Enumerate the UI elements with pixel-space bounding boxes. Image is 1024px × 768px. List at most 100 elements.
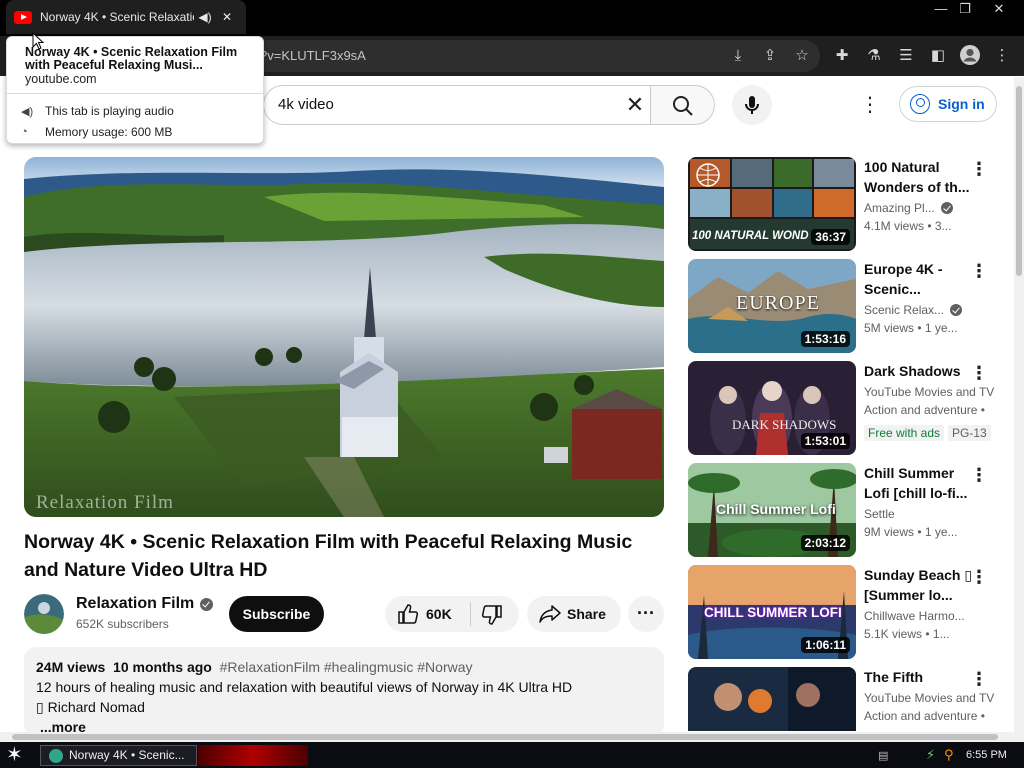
share-button[interactable]: Share bbox=[527, 596, 621, 632]
vertical-scroll-thumb[interactable] bbox=[1016, 86, 1022, 276]
video-duration: 1:53:16 bbox=[800, 331, 850, 347]
settings-kebab-icon[interactable]: ⋮ bbox=[858, 90, 882, 120]
sign-in-button[interactable]: Sign in bbox=[899, 86, 997, 122]
recommendation-thumbnail[interactable]: Chill Summer Lofi 2:03:12 bbox=[688, 463, 856, 557]
window-close-icon[interactable]: ✕ bbox=[984, 0, 1014, 18]
channel-avatar[interactable] bbox=[24, 594, 64, 634]
youtube-favicon-icon bbox=[14, 10, 32, 24]
recommendation-title[interactable]: Chill Summer Lofi [chill lo-fi... bbox=[864, 463, 974, 503]
taskbar-window-item[interactable]: Norway 4K • Scenic... bbox=[40, 745, 197, 766]
recommendation-thumbnail[interactable]: EUROPE 1:53:16 bbox=[688, 259, 856, 353]
thumbs-down-icon bbox=[481, 605, 502, 625]
recommendation-title[interactable]: 100 Natural Wonders of th... bbox=[864, 157, 974, 197]
subscribe-button[interactable]: Subscribe bbox=[229, 596, 324, 632]
verified-badge-icon bbox=[950, 304, 963, 316]
search-query-text: 4k video bbox=[278, 96, 334, 113]
tab-audio-icon[interactable]: ◀) bbox=[194, 10, 216, 24]
thumbnail-overlay-text: Chill Summer Lofi bbox=[716, 501, 836, 517]
recommendation-channel-text: Chillwave Harmo... bbox=[864, 609, 965, 623]
recommendation-title[interactable]: The Fifth Element bbox=[864, 667, 974, 687]
tab-hover-card: Norway 4K • Scenic Relaxation Film with … bbox=[6, 36, 264, 144]
side-panel-icon[interactable]: ◧ bbox=[926, 44, 950, 68]
recommendation-card[interactable]: 100 NATURAL WOND 36:37 100 Natural Wonde… bbox=[688, 157, 1008, 251]
recommendation-card[interactable]: The Fifth Element ⋮ YouTube Movies and T… bbox=[688, 667, 1008, 731]
thumbnail-overlay-text: DARK SHADOWS bbox=[732, 417, 837, 432]
install-app-icon[interactable]: ⤓ bbox=[726, 44, 750, 68]
search-tray-icon[interactable]: ⚲ bbox=[944, 747, 954, 763]
recommendation-stats: 9M views • 1 ye... bbox=[864, 525, 958, 539]
recommendation-menu-icon[interactable]: ⋮ bbox=[970, 465, 988, 485]
video-duration: 1:53:01 bbox=[800, 433, 850, 449]
recommendation-title[interactable]: Sunday Beach ▯ [Summer lo... bbox=[864, 565, 974, 605]
media-queue-icon[interactable]: ☰ bbox=[894, 44, 918, 68]
restore-icon[interactable]: ❐ bbox=[950, 0, 980, 18]
recommendation-card[interactable]: CHILL SUMMER LOFI 1:06:11 Sunday Beach ▯… bbox=[688, 565, 1008, 659]
recommendation-card[interactable]: EUROPE 1:53:16 Europe 4K - Scenic... ⋮ S… bbox=[688, 259, 1008, 353]
bookmark-star-icon[interactable]: ☆ bbox=[790, 44, 814, 68]
recommendation-menu-icon[interactable]: ⋮ bbox=[970, 159, 988, 179]
channel-name-text: Relaxation Film bbox=[76, 595, 195, 612]
hover-card-audio-text: This tab is playing audio bbox=[45, 104, 174, 118]
recommendation-menu-icon[interactable]: ⋮ bbox=[970, 363, 988, 383]
clear-search-icon[interactable]: ✕ bbox=[622, 93, 648, 117]
recommendation-channel[interactable]: YouTube Movies and TV bbox=[864, 385, 994, 399]
video-duration: 1:06:11 bbox=[801, 637, 850, 653]
hover-card-audio-row: ◀) This tab is playing audio bbox=[21, 104, 174, 118]
recommendation-title[interactable]: Europe 4K - Scenic... bbox=[864, 259, 974, 299]
recommendation-thumbnail[interactable]: 100 NATURAL WOND 36:37 bbox=[688, 157, 856, 251]
recommendation-channel[interactable]: Scenic Relax... bbox=[864, 303, 963, 317]
hashtags[interactable]: #RelaxationFilm #healingmusic #Norway bbox=[220, 659, 473, 675]
subscriber-count: 652K subscribers bbox=[76, 617, 169, 631]
profile-avatar-icon[interactable] bbox=[958, 44, 982, 68]
recommendation-menu-icon[interactable]: ⋮ bbox=[970, 261, 988, 281]
recommendation-channel-text: Amazing Pl... bbox=[864, 201, 935, 215]
recommendation-menu-icon[interactable]: ⋮ bbox=[970, 669, 988, 689]
rating-badge: PG-13 bbox=[948, 425, 991, 441]
more-actions-icon[interactable]: ··· bbox=[628, 596, 664, 632]
upload-age: 10 months ago bbox=[113, 659, 212, 675]
horizontal-scroll-thumb[interactable] bbox=[12, 734, 998, 740]
recommendation-channel[interactable]: YouTube Movies and TV bbox=[864, 691, 994, 705]
keyboard-tray-icon[interactable]: ▤ bbox=[878, 749, 888, 762]
channel-name[interactable]: Relaxation Film bbox=[76, 595, 214, 613]
view-count: 24M views bbox=[36, 659, 106, 675]
extensions-icon[interactable]: ✚ bbox=[830, 44, 854, 68]
video-player[interactable] bbox=[24, 157, 664, 517]
browser-menu-icon[interactable]: ⋮ bbox=[990, 44, 1014, 68]
speaker-icon: ◀) bbox=[21, 105, 34, 118]
recommendation-channel[interactable]: Settle bbox=[864, 507, 895, 521]
search-input[interactable]: 4k video bbox=[263, 85, 651, 125]
dislike-button[interactable] bbox=[471, 596, 519, 632]
hover-card-memory-row: ◔ Memory usage: 600 MB bbox=[21, 125, 172, 139]
browser-tab-strip: Norway 4K • Scenic Relaxation ◀) ✕ — ❐ ✕ bbox=[0, 0, 1024, 36]
share-page-icon[interactable]: ⇪ bbox=[758, 44, 782, 68]
share-arrow-icon bbox=[539, 605, 561, 623]
network-tray-icon[interactable]: ⚡ bbox=[926, 747, 935, 763]
verified-badge-icon bbox=[940, 202, 953, 214]
browser-app-icon bbox=[49, 749, 63, 763]
share-label: Share bbox=[567, 606, 606, 622]
tab-close-icon[interactable]: ✕ bbox=[216, 10, 238, 24]
recommendation-channel-text: Settle bbox=[864, 507, 895, 521]
hover-card-memory-text: Memory usage: 600 MB bbox=[45, 125, 173, 139]
recommendation-card[interactable]: Chill Summer Lofi 2:03:12 Chill Summer L… bbox=[688, 463, 1008, 557]
labs-flask-icon[interactable]: ⚗ bbox=[862, 44, 886, 68]
like-dislike-group: 60K bbox=[385, 596, 519, 632]
recommendation-thumbnail[interactable] bbox=[688, 667, 856, 731]
recommendation-thumbnail[interactable]: DARK SHADOWS 1:53:01 bbox=[688, 361, 856, 455]
like-button[interactable]: 60K bbox=[385, 596, 470, 632]
recommendation-channel[interactable]: Amazing Pl... bbox=[864, 201, 953, 215]
browser-tab[interactable]: Norway 4K • Scenic Relaxation ◀) ✕ bbox=[6, 0, 246, 34]
recommendation-thumbnail[interactable]: CHILL SUMMER LOFI 1:06:11 bbox=[688, 565, 856, 659]
recommendation-stats: Action and adventure • bbox=[864, 403, 985, 417]
recommendation-stats: 4.1M views • 3... bbox=[864, 219, 952, 233]
description-meta: 24M views 10 months ago #RelaxationFilm … bbox=[36, 657, 652, 677]
recommendation-card[interactable]: DARK SHADOWS 1:53:01 Dark Shadows ⋮ YouT… bbox=[688, 361, 1008, 455]
recommendation-menu-icon[interactable]: ⋮ bbox=[970, 567, 988, 587]
voice-search-button[interactable] bbox=[732, 85, 772, 125]
video-watermark: Relaxation Film bbox=[36, 492, 174, 513]
recommendation-channel[interactable]: Chillwave Harmo... bbox=[864, 609, 965, 623]
start-menu-icon[interactable]: ✶ bbox=[6, 743, 23, 767]
video-description[interactable]: 24M views 10 months ago #RelaxationFilm … bbox=[24, 647, 664, 737]
search-button[interactable] bbox=[651, 85, 715, 125]
